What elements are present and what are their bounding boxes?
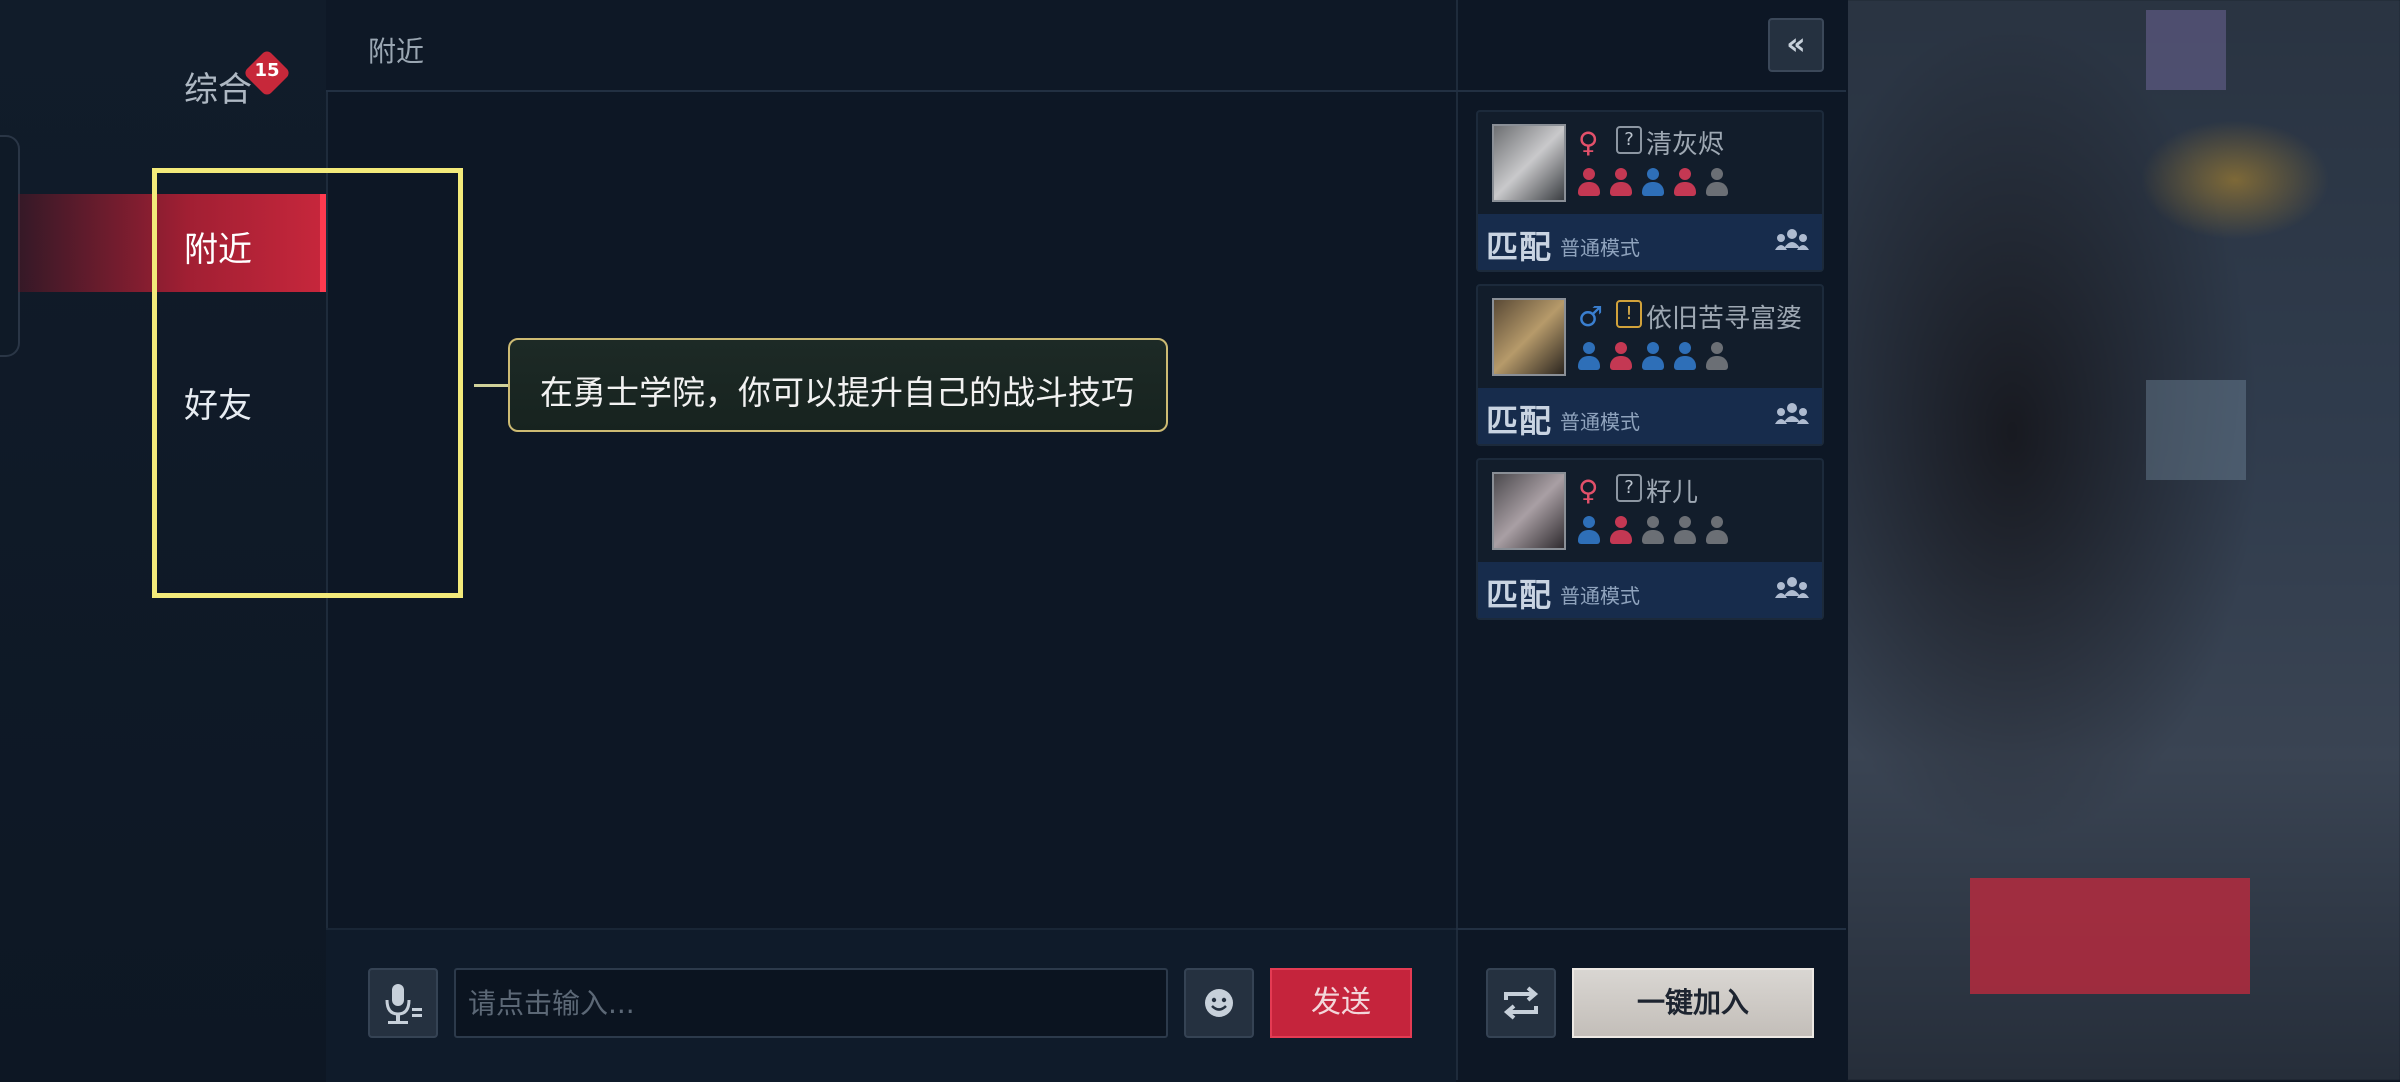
team-slot-icon <box>1610 168 1632 196</box>
emoji-button[interactable] <box>1184 968 1254 1038</box>
gender-male-icon: ♂ <box>1578 300 1604 333</box>
team-slots <box>1578 168 1728 196</box>
team-slot-icon <box>1706 168 1728 196</box>
player-name: 依旧苦寻富婆 <box>1646 304 1803 334</box>
team-slot-icon <box>1642 516 1664 544</box>
team-slot-icon <box>1674 342 1696 370</box>
player-card[interactable]: ♀ ? 籽儿 匹配 普通模式 <box>1476 458 1824 620</box>
team-slot-icon <box>1578 342 1600 370</box>
game-mode-label: 普通模式 <box>1560 236 1640 260</box>
chat-message-input[interactable] <box>454 968 1168 1038</box>
player-name: 清灰烬 <box>1646 130 1725 160</box>
send-button[interactable]: 发送 <box>1270 968 1412 1038</box>
team-slot-icon <box>1610 342 1632 370</box>
match-mode-bar: 匹配 普通模式 <box>1478 214 1822 270</box>
game-background-rank-banner <box>1970 878 2250 994</box>
team-slot-icon <box>1578 516 1600 544</box>
rank-icon: ? <box>1616 126 1642 154</box>
team-join-icon[interactable] <box>1774 574 1810 604</box>
team-slot-icon <box>1642 342 1664 370</box>
chat-panel <box>326 0 1458 1080</box>
player-card[interactable]: ♀ ? 清灰烬 匹配 普通模式 <box>1476 110 1824 272</box>
gender-female-icon: ♀ <box>1578 126 1599 159</box>
player-name: 籽儿 <box>1646 478 1699 508</box>
refresh-icon <box>1503 986 1539 1020</box>
game-background-thumbnail <box>2146 10 2226 90</box>
team-slot-icon <box>1674 168 1696 196</box>
match-mode-bar: 匹配 普通模式 <box>1478 562 1822 618</box>
player-avatar <box>1492 298 1566 376</box>
chat-header <box>326 0 1456 92</box>
match-label: 匹配 <box>1486 402 1553 440</box>
team-slot-icon <box>1706 342 1728 370</box>
unread-badge-count: 15 <box>254 60 280 81</box>
tutorial-tip-text: 在勇士学院，你可以提升自己的战斗技巧 <box>540 373 1134 412</box>
match-label: 匹配 <box>1486 228 1553 266</box>
tutorial-highlight-frame <box>152 168 463 598</box>
team-slot-icon <box>1610 516 1632 544</box>
gender-female-icon: ♀ <box>1578 474 1599 507</box>
team-join-icon[interactable] <box>1774 226 1810 256</box>
rank-icon: ! <box>1616 300 1642 328</box>
team-slot-icon <box>1578 168 1600 196</box>
join-all-button[interactable]: 一键加入 <box>1572 968 1814 1038</box>
player-avatar <box>1492 472 1566 550</box>
double-chevron-left-icon: « <box>1786 27 1806 62</box>
voice-input-button[interactable] <box>368 968 438 1038</box>
rank-icon: ? <box>1616 474 1642 502</box>
player-avatar <box>1492 124 1566 202</box>
microphone-icon <box>385 984 422 1024</box>
team-join-icon[interactable] <box>1774 400 1810 430</box>
game-mode-label: 普通模式 <box>1560 410 1640 434</box>
match-mode-bar: 匹配 普通模式 <box>1478 388 1822 444</box>
team-slot-icon <box>1674 516 1696 544</box>
collapse-panel-button[interactable]: « <box>1768 18 1824 72</box>
game-background-glow <box>2140 120 2330 240</box>
team-slot-icon <box>1642 168 1664 196</box>
match-label: 匹配 <box>1486 576 1553 614</box>
refresh-button[interactable] <box>1486 968 1556 1038</box>
team-slots <box>1578 516 1728 544</box>
game-mode-label: 普通模式 <box>1560 584 1640 608</box>
emoji-icon <box>1205 989 1233 1017</box>
sidebar-item-general[interactable]: 综合 <box>184 62 252 111</box>
sidebar-drag-handle[interactable] <box>0 135 20 357</box>
player-card[interactable]: ♂ ! 依旧苦寻富婆 匹配 普通模式 <box>1476 284 1824 446</box>
game-background-card <box>2146 380 2246 480</box>
team-slot-icon <box>1706 516 1728 544</box>
team-slots <box>1578 342 1728 370</box>
chat-channel-title: 附近 <box>368 35 425 68</box>
